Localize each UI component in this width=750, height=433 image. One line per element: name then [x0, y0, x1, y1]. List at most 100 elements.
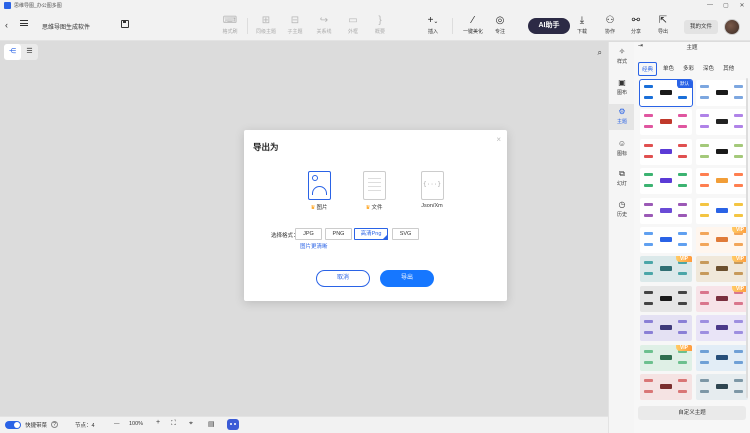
avatar[interactable] — [724, 19, 740, 35]
theme-card[interactable] — [696, 80, 748, 106]
locate-icon[interactable]: ⌖ — [189, 420, 193, 428]
theme-card[interactable]: VIP — [696, 227, 748, 253]
theme-card[interactable] — [696, 168, 748, 195]
outline-button[interactable]: ▭ 外框 — [340, 15, 366, 35]
close-window-button[interactable]: ✕ — [734, 2, 750, 9]
help-icon[interactable]: ? — [51, 421, 58, 428]
rail-item-style[interactable]: ✧ 样式 — [609, 44, 635, 70]
tab-dark[interactable]: 深色 — [700, 62, 717, 76]
document-title[interactable]: 思维导图生成软件 — [42, 22, 90, 31]
focus-target-icon: ◎ — [495, 15, 505, 26]
custom-theme-button[interactable]: 自定义主题 — [638, 406, 746, 420]
theme-branch-node — [644, 85, 653, 88]
relation-line-button[interactable]: ↪ 关系线 — [311, 15, 337, 35]
beautify-button[interactable]: ⁄ 一键美化 — [460, 15, 486, 35]
export-button[interactable]: ⇱ 导出 — [650, 15, 676, 35]
theme-card[interactable] — [696, 109, 748, 136]
theme-card[interactable]: VIP — [696, 256, 748, 283]
theme-card[interactable] — [696, 197, 748, 224]
theme-branch-node — [700, 301, 709, 305]
theme-card[interactable] — [640, 197, 692, 224]
rail-item-theme[interactable]: ⚙ 主题 — [609, 104, 635, 130]
theme-center-node — [716, 266, 728, 272]
theme-card[interactable]: 默认 — [639, 79, 693, 107]
rail-item-label: 历史 — [616, 212, 627, 218]
theme-card[interactable] — [696, 315, 748, 342]
theme-branch-node — [734, 331, 743, 335]
theme-card[interactable] — [640, 138, 692, 165]
theme-card[interactable] — [696, 138, 748, 165]
theme-card[interactable] — [640, 227, 692, 253]
rail-item-label: 图布 — [616, 90, 627, 96]
export-type-image[interactable]: ♛图片 — [299, 171, 339, 211]
node-count: 节点：4 — [75, 423, 95, 429]
rail-item-slides[interactable]: ⧉ 幻灯 — [609, 166, 635, 192]
theme-card[interactable] — [640, 315, 692, 342]
minimize-button[interactable]: — — [702, 2, 718, 9]
theme-branch-node — [644, 320, 653, 324]
collaborate-button[interactable]: ⚇ 协作 — [597, 15, 623, 35]
rail-item-history[interactable]: ◷ 历史 — [609, 197, 635, 223]
summary-label: 概要 — [374, 29, 385, 35]
map-icon[interactable]: ▤ — [208, 420, 215, 428]
theme-branch-node — [644, 349, 653, 353]
theme-branch-node — [700, 349, 709, 353]
rail-item-icons[interactable]: ☺ 图标 — [609, 136, 635, 162]
save-icon[interactable] — [121, 20, 129, 28]
quick-style-toggle[interactable] — [5, 421, 21, 429]
tab-other[interactable]: 其他 — [720, 62, 737, 76]
format-jpg-button[interactable]: JPG — [295, 228, 322, 240]
theme-card[interactable]: VIP — [696, 285, 748, 312]
theme-card[interactable] — [640, 168, 692, 195]
export-type-document[interactable]: ♛文件 — [354, 171, 394, 211]
theme-card[interactable] — [696, 344, 748, 371]
theme-card[interactable] — [640, 285, 692, 312]
theme-card[interactable] — [640, 109, 692, 136]
focus-button[interactable]: ◎ 专注 — [487, 15, 513, 35]
theme-tabs: 经典 单色 多彩 深色 其他 — [638, 62, 740, 76]
code-brace-glyph: {···} — [422, 181, 442, 188]
cancel-button[interactable]: 取消 — [316, 270, 370, 287]
insert-button[interactable]: +⌄ 插入 — [420, 15, 446, 35]
export-confirm-button[interactable]: 导出 — [380, 270, 434, 287]
format-painter-button[interactable]: ⌨ 格式刷 — [217, 15, 243, 35]
rail-item-canvas[interactable]: ▣ 图布 — [609, 75, 635, 101]
zoom-out-button[interactable]: — — [114, 421, 120, 427]
ai-assistant-button[interactable]: AI助手 — [528, 18, 570, 34]
tab-mono[interactable]: 单色 — [660, 62, 677, 76]
status-bar: 快捷带菜 ? 节点：4 — 100% + ⛶ ⌖ ▤ — [0, 416, 608, 433]
theme-card[interactable]: VIP — [640, 256, 692, 283]
panel-scrollbar[interactable] — [746, 78, 748, 398]
theme-branch-node — [644, 213, 653, 217]
theme-center-node — [716, 90, 728, 95]
share-button[interactable]: ⚯ 分享 — [623, 15, 649, 35]
tab-classic[interactable]: 经典 — [638, 62, 658, 76]
format-svg-button[interactable]: SVG — [392, 228, 419, 240]
theme-center-node — [716, 295, 728, 301]
theme-card[interactable] — [640, 374, 692, 400]
theme-card[interactable] — [696, 374, 748, 400]
my-files-button[interactable]: 我的文件 — [684, 20, 718, 34]
child-topic-button[interactable]: ⊟ 子主题 — [282, 15, 308, 35]
download-button[interactable]: ⤓ 下载 — [569, 15, 595, 35]
fit-screen-icon[interactable]: ⛶ — [171, 420, 176, 428]
robot-assistant-icon[interactable] — [227, 419, 239, 430]
zoom-in-button[interactable]: + — [156, 419, 160, 426]
format-hd-png-button[interactable]: 高清Png — [354, 228, 388, 240]
hamburger-menu-icon[interactable] — [20, 19, 28, 27]
theme-branch-node — [644, 360, 653, 364]
theme-branch-node — [644, 331, 653, 335]
format-png-button[interactable]: PNG — [325, 228, 352, 240]
theme-card[interactable]: VIP — [640, 344, 692, 371]
maximize-button[interactable]: ▢ — [718, 2, 734, 9]
hd-info-link[interactable]: 图片更清晰 — [300, 242, 328, 250]
summary-button[interactable]: } 概要 — [367, 15, 393, 35]
theme-branch-node — [700, 114, 709, 118]
tab-colorful[interactable]: 多彩 — [680, 62, 697, 76]
emoji-icon: ☺ — [617, 139, 627, 148]
theme-center-node — [660, 178, 672, 184]
close-icon[interactable]: × — [496, 135, 501, 144]
back-arrow-icon[interactable]: ‹ — [5, 20, 8, 30]
export-type-json[interactable]: {···} Json/Xm — [412, 171, 452, 209]
sibling-topic-button[interactable]: ⊞ 同级主题 — [253, 15, 279, 35]
